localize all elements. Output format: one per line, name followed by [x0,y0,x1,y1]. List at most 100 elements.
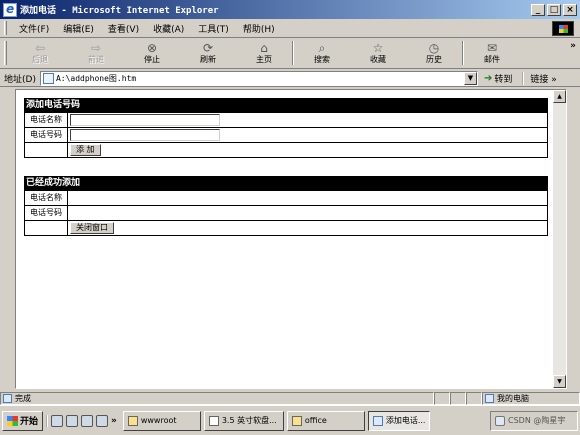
caption-buttons: _ □ × [531,3,577,16]
added-header: 已经成功添加 [25,177,547,190]
phone-number-input[interactable] [70,129,220,141]
start-button[interactable]: 开始 [2,410,44,431]
go-label: 转到 [494,74,513,85]
menu-grip[interactable] [4,21,7,35]
menu-tools[interactable]: 工具(T) [191,22,236,35]
stop-icon: ⊗ [146,41,158,55]
folder-icon [127,415,138,426]
added-name-label: 电话名称 [25,191,68,205]
stop-button[interactable]: ⊗ 停止 [124,39,180,67]
quicklaunch-chevron[interactable]: » [111,416,117,426]
home-button[interactable]: ⌂ 主页 [236,39,292,67]
quick-launch: » [46,414,120,427]
home-label: 主页 [256,55,272,64]
task-office[interactable]: office [286,410,365,431]
close-window-button[interactable]: 关闭窗口 [70,222,114,234]
home-icon: ⌂ [260,41,268,55]
ie-window: 添加电话 - Microsoft Internet Explorer _ □ ×… [0,0,580,435]
mail-button[interactable]: ✉ 邮件 [464,39,520,67]
drive-icon [208,415,219,426]
status-cell [466,391,482,405]
added-name-row: 电话名称 [25,190,547,205]
name-row: 电话名称 [25,112,547,127]
empty-label-cell [25,143,68,157]
search-label: 搜索 [314,55,330,64]
added-number-label: 电话号码 [25,206,68,220]
mail-label: 邮件 [484,55,500,64]
status-cell [450,391,466,405]
menu-view[interactable]: 查看(V) [101,22,146,35]
address-box[interactable]: ▼ [39,70,478,86]
tray-icon[interactable] [495,415,505,426]
added-panel: 已经成功添加 电话名称 电话号码 关闭窗口 [24,176,548,236]
address-input[interactable] [55,73,456,83]
forward-button[interactable]: ⇨ 前进 [68,39,124,67]
maximize-button[interactable]: □ [547,3,561,16]
favorites-button[interactable]: ☆ 收藏 [350,39,406,67]
window-title: 添加电话 - Microsoft Internet Explorer [20,6,219,16]
forward-label: 前进 [88,55,104,64]
task-label: 添加电话... [385,416,426,425]
address-bar: 地址(D) ▼ ➔ 转到 链接 » [0,70,580,87]
task-floppy[interactable]: 3.5 英寸软盘... [203,410,284,431]
refresh-button[interactable]: ⟳ 刷新 [180,39,236,67]
status-bar: 完成 我的电脑 [0,391,580,405]
menu-file[interactable]: 文件(F) [12,22,56,35]
links-button[interactable]: 链接 » [522,71,557,85]
ie-quicklaunch-icon[interactable] [51,414,64,427]
menu-help[interactable]: 帮助(H) [236,22,282,35]
status-main: 完成 [0,391,434,405]
history-icon: ◷ [428,41,440,55]
taskbar: 开始 » wwwroot 3.5 英寸软盘... office 添加电话... … [0,405,580,435]
phone-name-input[interactable] [70,114,220,126]
page-icon [42,72,54,84]
go-button[interactable]: ➔ 转到 [484,72,512,85]
added-number-value [68,206,547,220]
task-label: office [304,416,327,425]
scroll-down-icon[interactable]: ▼ [553,375,566,388]
outlook-quicklaunch-icon[interactable] [66,414,79,427]
add-phone-header: 添加电话号码 [25,99,547,112]
add-button[interactable]: 添 加 [70,144,101,156]
search-button[interactable]: ⌕ 搜索 [294,39,350,67]
add-action-row: 添 加 [25,142,547,157]
security-zone: 我的电脑 [482,391,580,405]
menu-edit[interactable]: 编辑(E) [56,22,101,35]
task-add-phone[interactable]: 添加电话... [367,410,430,431]
empty-label-cell [25,221,68,235]
history-label: 历史 [426,55,442,64]
back-label: 后退 [32,55,48,64]
minimize-button[interactable]: _ [531,3,545,16]
scroll-up-icon[interactable]: ▲ [553,90,566,103]
history-button[interactable]: ◷ 历史 [406,39,462,67]
windows-logo-icon [552,21,574,36]
toolbar-overflow-chevron[interactable]: » [570,41,576,51]
number-row: 电话号码 [25,127,547,142]
phone-number-label: 电话号码 [25,128,68,142]
back-button[interactable]: ⇦ 后退 [12,39,68,67]
task-wwwroot[interactable]: wwwroot [122,410,201,431]
toolbar-grip[interactable] [4,41,7,65]
forward-arrow-icon: ⇨ [90,41,102,55]
aol-quicklaunch-icon[interactable] [81,414,94,427]
menu-bar: 文件(F) 编辑(E) 查看(V) 收藏(A) 工具(T) 帮助(H) [0,19,580,38]
task-label: 3.5 英寸软盘... [221,416,277,425]
stop-label: 停止 [144,55,160,64]
vertical-scrollbar[interactable]: ▲ ▼ [553,90,566,388]
phone-name-label: 电话名称 [25,113,68,127]
folder-icon [291,415,302,426]
system-tray: CSDN @陶星宇 [490,410,578,431]
start-label: 开始 [20,417,39,427]
menu-favorites[interactable]: 收藏(A) [146,22,191,35]
back-arrow-icon: ⇦ [34,41,46,55]
status-cell [434,391,450,405]
search-icon: ⌕ [318,40,326,55]
refresh-label: 刷新 [200,55,216,64]
close-button[interactable]: × [563,3,577,16]
desktop-quicklaunch-icon[interactable] [96,414,109,427]
add-phone-panel: 添加电话号码 电话名称 电话号码 添 加 [24,98,548,158]
ie-app-icon[interactable] [3,2,17,17]
favorites-icon: ☆ [372,41,384,55]
mail-icon: ✉ [486,41,498,55]
address-dropdown-icon[interactable]: ▼ [463,71,477,85]
